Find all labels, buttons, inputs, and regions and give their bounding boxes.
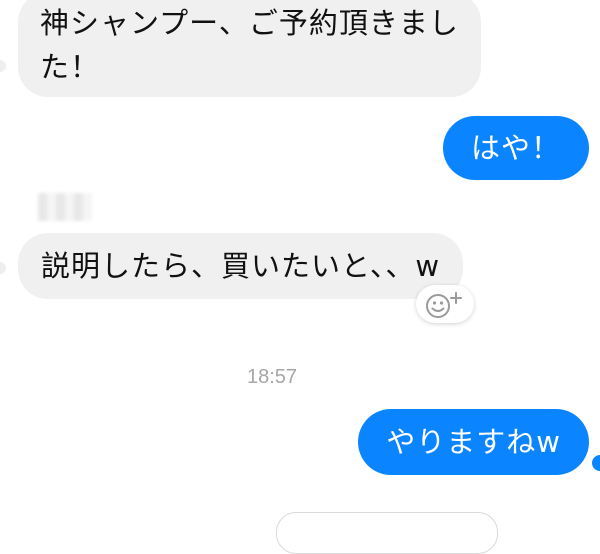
partial-bottom-bubble <box>276 512 498 554</box>
avatar-edge <box>0 262 6 274</box>
message-timestamp: 18:57 <box>246 366 298 388</box>
smiley-plus-icon <box>426 292 462 318</box>
blurred-sender-name <box>38 193 92 221</box>
message-text: やりますねw <box>386 425 561 459</box>
incoming-message-bubble[interactable]: 説明したら、買いたいと、、w <box>18 233 464 299</box>
outgoing-message-bubble[interactable]: はや！ <box>442 116 589 180</box>
avatar-edge <box>0 60 6 72</box>
message-text: 説明したら、買いたいと、、w <box>41 249 441 283</box>
add-reaction-button[interactable] <box>416 285 474 323</box>
message-text: はや！ <box>470 131 561 165</box>
read-receipt-indicator <box>592 455 600 471</box>
chat-thread: 神シャンプー、ご予約頂きました！ はや！ 説明したら、買いたいと、、w 18:5… <box>0 0 600 554</box>
outgoing-message-bubble[interactable]: やりますねw <box>358 409 589 475</box>
incoming-message-bubble[interactable]: 神シャンプー、ご予約頂きました！ <box>18 0 481 97</box>
message-text: 神シャンプー、ご予約頂きました！ <box>40 6 459 84</box>
